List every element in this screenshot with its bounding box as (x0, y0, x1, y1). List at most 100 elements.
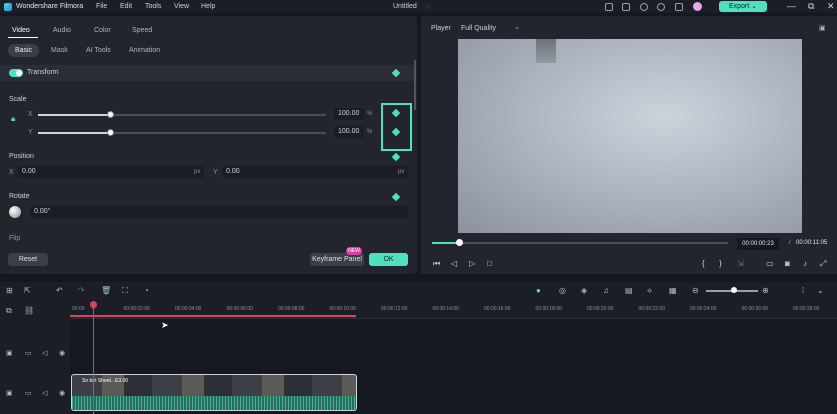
track-2-folder-icon[interactable]: ▭ (25, 349, 32, 357)
subtab-ai-tools[interactable]: AI Tools (79, 44, 118, 57)
scale-y-label: Y (28, 129, 33, 136)
scale-x-slider-handle[interactable] (107, 111, 114, 118)
subtab-mask[interactable]: Mask (44, 44, 75, 57)
monitor-icon[interactable]: ▭ (766, 259, 774, 268)
ruler-tick-label: 00:00:26:00 (741, 306, 768, 312)
crop-icon[interactable]: ⛶ (122, 286, 128, 296)
menu-file[interactable]: File (96, 3, 107, 10)
link-icon[interactable]: ⛓︎ (24, 306, 34, 315)
maximize-icon[interactable]: ⧉ (808, 0, 814, 13)
mouse-cursor: ➤ (161, 320, 169, 330)
ruler-tick-label: 00:00:22:00 (638, 306, 665, 312)
lock-ratio-icon[interactable]: 🔒︎ (11, 114, 15, 124)
position-y-label: Y (213, 169, 218, 176)
menu-help[interactable]: Help (201, 3, 215, 10)
minimize-icon[interactable]: — (787, 0, 796, 13)
scale-y-slider-handle[interactable] (107, 129, 114, 136)
support-icon[interactable] (657, 3, 665, 11)
panel-scrollbar[interactable] (414, 60, 416, 110)
current-timecode: 00:00:00:23 (737, 238, 779, 250)
progress-track[interactable] (432, 242, 728, 244)
reset-button[interactable]: Reset (8, 253, 48, 266)
quality-select[interactable]: Full Quality (461, 25, 496, 32)
cloud-icon[interactable] (640, 3, 648, 11)
work-area-bar[interactable] (70, 315, 356, 317)
undo-icon[interactable]: ↶ (56, 286, 63, 295)
display-icon[interactable] (605, 3, 613, 11)
avatar[interactable] (693, 2, 702, 11)
new-badge: NEW (346, 247, 362, 255)
scale-y-input[interactable]: 100.00 (334, 126, 364, 138)
marker-icon[interactable]: ▤ (625, 286, 633, 295)
grid-icon[interactable]: ⁞ (802, 286, 804, 295)
play-backward-icon[interactable]: ◁ (451, 259, 457, 268)
position-x-input[interactable]: 0.00 (18, 166, 204, 178)
sync-status-icon[interactable]: ◌ (426, 2, 431, 11)
playhead[interactable] (93, 302, 94, 414)
rotate-input[interactable]: 0.00° (30, 206, 408, 218)
scale-x-unit: % (367, 111, 373, 117)
gift-icon[interactable] (675, 3, 683, 11)
filmora-logo-icon (4, 2, 12, 11)
ai-icon[interactable]: ⟡ (647, 286, 652, 296)
redo-icon[interactable]: ↷ (78, 286, 85, 295)
tab-audio[interactable]: Audio (53, 27, 71, 34)
tab-color[interactable]: Color (94, 27, 111, 34)
zoom-slider-handle[interactable] (731, 287, 737, 293)
track-1-eye-icon[interactable]: ◉ (59, 389, 65, 397)
transform-toggle[interactable] (9, 69, 23, 77)
track-1-mute-icon[interactable]: ◁ (42, 389, 47, 397)
fullscreen-icon[interactable]: ⤢ (820, 259, 826, 269)
ruler-tick-label: 00:00:18:00 (535, 306, 562, 312)
export-frame-icon[interactable]: ⇲ (737, 259, 744, 268)
microphone-icon[interactable]: ♫ (603, 286, 609, 295)
tab-video[interactable]: Video (12, 27, 30, 34)
chevron-down-icon[interactable]: ⌄ (514, 23, 520, 31)
snapshot-icon[interactable]: ▣ (819, 24, 826, 32)
zoom-out-icon[interactable]: ⊖ (692, 286, 699, 295)
position-y-input[interactable]: 0.00 (222, 166, 408, 178)
ruler-tick-label: 00:00:16:00 (484, 306, 511, 312)
volume-icon[interactable]: ♪ (803, 259, 807, 268)
tab-speed[interactable]: Speed (132, 27, 152, 34)
render-icon[interactable]: ◎ (559, 286, 566, 295)
track-2-eye-icon[interactable]: ◉ (59, 349, 65, 357)
zoom-in-icon[interactable]: ⊕ (762, 286, 769, 295)
export-button[interactable]: Export ⌄ (719, 1, 767, 12)
previous-frame-icon[interactable]: ⏮ (433, 259, 440, 269)
track-2-mute-icon[interactable]: ◁ (42, 349, 47, 357)
subtab-basic[interactable]: Basic (8, 44, 40, 57)
ruler-tick-label: 00:00:08:00 (278, 306, 305, 312)
close-icon[interactable]: ✕ (827, 0, 835, 13)
app-name: Wondershare Filmora (16, 3, 84, 10)
menu-view[interactable]: View (174, 3, 189, 10)
select-tool-icon[interactable]: ⇱ (24, 286, 31, 295)
mark-in-icon[interactable]: { (702, 259, 705, 268)
auto-ripple-icon[interactable]: ● (536, 286, 541, 295)
subtab-animation[interactable]: Animation (122, 44, 167, 57)
track-1-folder-icon[interactable]: ▭ (25, 389, 32, 397)
ruler-tick-label: 00:00:06:00 (226, 306, 253, 312)
play-icon[interactable]: ▷ (469, 259, 475, 268)
ruler-tick-label: 00:00:12:00 (381, 306, 408, 312)
ok-button[interactable]: OK (369, 253, 408, 266)
save-icon[interactable] (622, 3, 630, 11)
snapshot-timeline-icon[interactable]: ▦ (669, 286, 677, 295)
speed-icon[interactable]: ◔ (144, 286, 149, 295)
chevron-down-icon[interactable]: ⌄ (817, 286, 824, 295)
add-track-icon[interactable]: ⧉ (6, 306, 12, 316)
stop-icon[interactable]: □ (487, 259, 492, 268)
shield-icon[interactable]: ◈ (581, 286, 587, 295)
video-clip[interactable]: Sn bet Sheet...E3.00 (71, 374, 357, 411)
mark-out-icon[interactable]: } (719, 259, 722, 268)
progress-handle[interactable] (456, 239, 463, 246)
menu-tools[interactable]: Tools (145, 3, 161, 10)
scale-x-input[interactable]: 100.00 (334, 108, 364, 120)
camera-icon[interactable]: ◙ (785, 259, 790, 268)
delete-icon[interactable]: 🗑︎ (101, 286, 111, 295)
ruler-tick-label: 00:00:10:00 (329, 306, 356, 312)
menu-edit[interactable]: Edit (120, 3, 132, 10)
layout-icon[interactable]: ⊞ (6, 286, 13, 295)
rotate-dial[interactable] (9, 206, 21, 218)
position-x-unit: px (194, 169, 201, 175)
